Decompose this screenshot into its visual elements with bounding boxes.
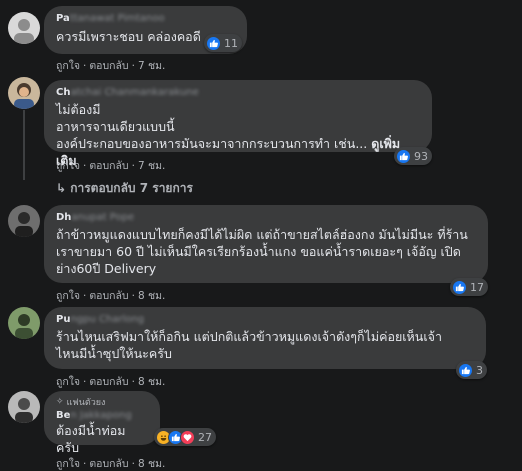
like-icon [396,148,411,164]
timestamp[interactable]: 8 ชม. [138,290,165,302]
commenter-name[interactable]: Ben Jakkapong [56,409,148,422]
comment-bubble: ✧ แฟนตัวยง Ben Jakkapong ต้องมีน้ำท่อมครั… [44,391,160,455]
timestamp[interactable]: 7 ชม. [138,60,165,72]
like-link[interactable]: ถูกใจ [56,458,80,470]
commenter-name[interactable]: Pungpu Charlong [56,313,474,326]
reply-arrow-icon: ↳ [56,181,71,195]
avatar[interactable] [8,307,40,339]
reaction-number: 11 [224,36,238,50]
reaction-count[interactable]: 17 [450,278,488,296]
like-link[interactable]: ถูกใจ [56,376,80,388]
reaction-number: 3 [476,363,483,377]
comment-text-line: ไม่ต้องมี [56,102,101,117]
avatar[interactable] [8,77,40,109]
like-icon [206,35,221,51]
top-fan-badge: ✧ แฟนตัวยง [56,397,106,408]
like-icon [458,362,473,378]
comment-actions: ถูกใจ · ตอบกลับ · 7 ชม. [56,60,166,72]
like-link[interactable]: ถูกใจ [56,160,80,172]
reaction-count[interactable]: 11 [204,34,242,52]
reaction-number: 17 [470,280,484,294]
comment-bubble: Dhanupat Pope ถ้าข้าวหมูแดงแบบไทยก็คงมีไ… [44,205,488,283]
reply-link[interactable]: ตอบกลับ [89,160,128,172]
view-replies-link[interactable]: ↳ การตอบกลับ 7 รายการ [56,179,193,198]
comment-bubble: Pungpu Charlong ร้านไหนเสริฟมาให้ก็อกิน … [44,307,486,369]
like-icon [452,279,467,295]
comment-text-line: ถ้าข้าวหมูแดงแบบไทยก็คงมีได้ไม่ผิด แต่ถ้… [56,227,468,242]
comment-text: ต้องมีน้ำท่อมครับ [56,423,126,455]
comment-actions: ถูกใจ · ตอบกลับ · 8 ชม. [56,376,166,388]
comment-actions: ถูกใจ · ตอบกลับ · 7 ชม. [56,160,166,172]
reaction-number: 93 [414,149,428,163]
timestamp[interactable]: 8 ชม. [138,376,165,388]
thread-line [23,110,25,180]
reaction-count[interactable]: 93 [394,147,432,165]
comment-actions: ถูกใจ · ตอบกลับ · 8 ชม. [56,458,166,470]
avatar[interactable] [8,12,40,44]
reply-link[interactable]: ตอบกลับ [89,458,128,470]
comment-text-line: เราขายมา 60 ปี ไม่เห็นมีใครเรียกร้องน้ำแ… [56,244,461,259]
reply-link[interactable]: ตอบกลับ [89,376,128,388]
commenter-name[interactable]: Pattanawat Pimtanoo [56,12,235,25]
like-link[interactable]: ถูกใจ [56,290,80,302]
fan-badge-icon: ✧ [56,397,64,407]
reaction-count[interactable]: 3 [456,361,487,379]
avatar[interactable] [8,205,40,237]
comment-bubble: Chatchai Chanmankarakune ไม่ต้องมี อาหาร… [44,80,432,168]
reply-link[interactable]: ตอบกลับ [89,60,128,72]
commenter-name[interactable]: Dhanupat Pope [56,211,476,224]
comment-actions: ถูกใจ · ตอบกลับ · 8 ชม. [56,290,166,302]
reply-link[interactable]: ตอบกลับ [89,290,128,302]
comment-text-line: อาหารจานเดียวแบบนี้ [56,119,175,134]
love-icon [180,429,195,445]
timestamp[interactable]: 7 ชม. [138,160,165,172]
reaction-count[interactable]: 27 [154,428,216,446]
avatar[interactable] [8,391,40,423]
reaction-number: 27 [198,430,212,444]
like-link[interactable]: ถูกใจ [56,60,80,72]
commenter-name[interactable]: Chatchai Chanmankarakune [56,86,420,99]
comment-text-line: ไหนมีน้ำซุปให้นะครับ [56,346,172,361]
comment-text-line: ย่าง60ปี Delivery [56,261,157,276]
comment-text-line: ร้านไหนเสริฟมาให้ก็อกิน แต่ปกติแล้วข้าวห… [56,329,442,344]
timestamp[interactable]: 8 ชม. [138,458,165,470]
